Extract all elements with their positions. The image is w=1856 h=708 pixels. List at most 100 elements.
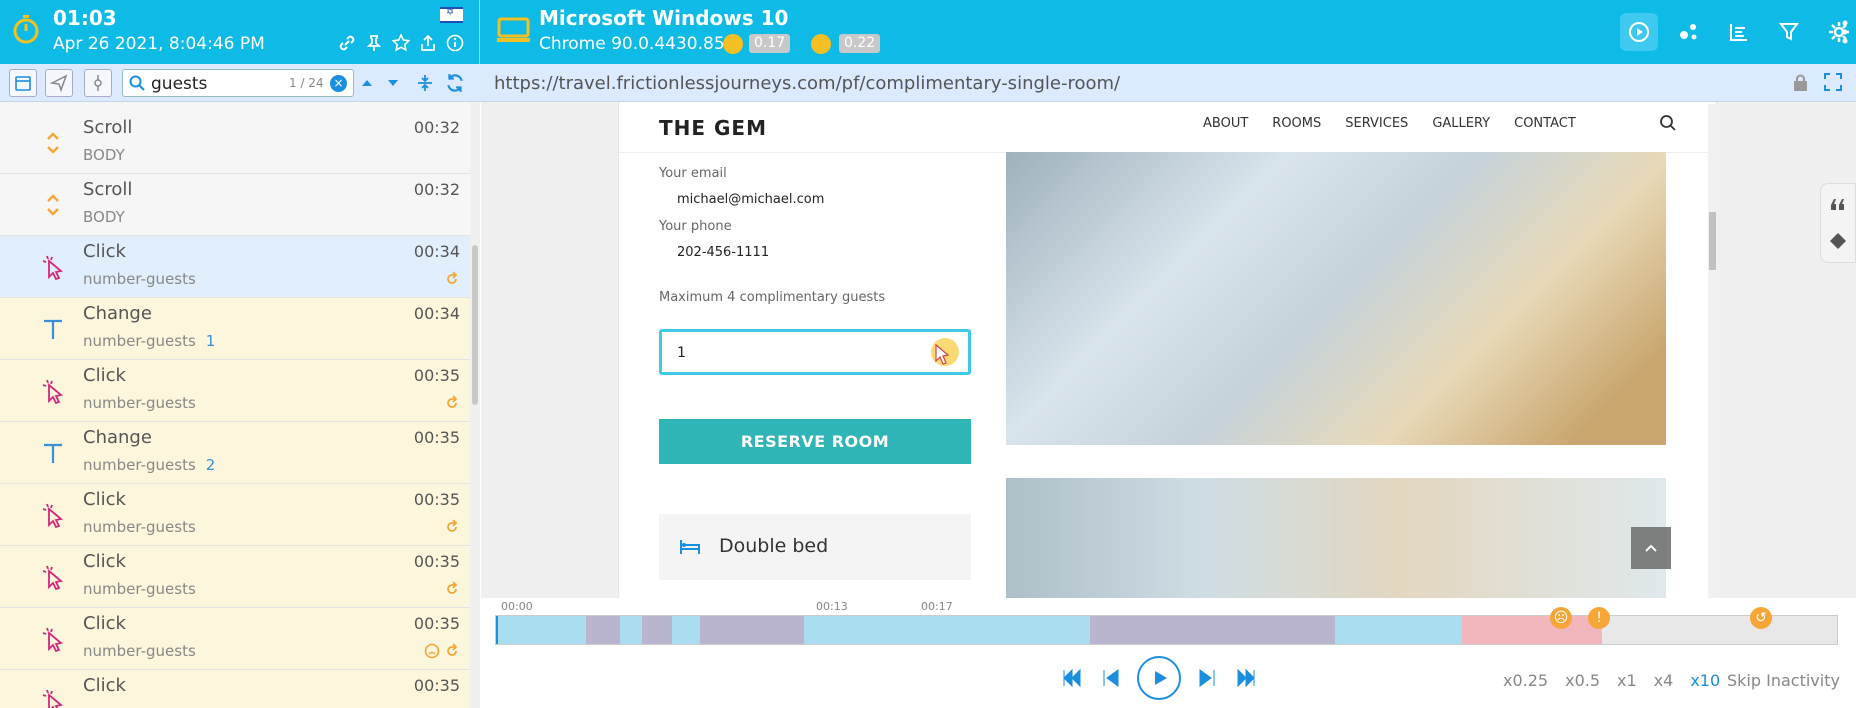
- event-target-label: BODY: [83, 146, 125, 164]
- side-widget[interactable]: [1820, 183, 1856, 263]
- click-icon: [40, 378, 66, 405]
- event-flags: [444, 519, 460, 535]
- skip-forward-icon[interactable]: [1235, 667, 1257, 689]
- speed-option[interactable]: x0.5: [1565, 671, 1600, 690]
- replayed-page: THE GEM ABOUT ROOMS SERVICES GALLERY CONTACT…: [618, 102, 1717, 598]
- step-back-icon[interactable]: [1099, 667, 1121, 689]
- rage-click-icon: [447, 271, 458, 284]
- replay-timeline: 00:00 00:13 00:17 ☹ ! ↺ x0.25 x0.5 x1 x4 x10…: [481, 598, 1856, 708]
- cursor-icon: [935, 343, 950, 365]
- events-button[interactable]: [1720, 13, 1758, 51]
- site-nav-contact[interactable]: CONTACT: [1514, 116, 1576, 131]
- calendar-clock-icon: [15, 76, 31, 91]
- scroll-icon: [40, 130, 66, 156]
- more-vertical-icon[interactable]: [1842, 20, 1848, 44]
- event-time: 00:34: [413, 304, 460, 323]
- send-button[interactable]: [45, 69, 73, 97]
- commit-button[interactable]: [84, 69, 112, 97]
- frustrated-face-icon: [723, 34, 743, 54]
- next-result-button[interactable]: [380, 69, 406, 97]
- skip-back-icon[interactable]: [1061, 667, 1083, 689]
- event-row[interactable]: Click 00:35: [0, 670, 470, 708]
- site-nav: ABOUT ROOMS SERVICES GALLERY CONTACT: [1203, 116, 1576, 131]
- activity-segment: [700, 616, 804, 644]
- speed-option[interactable]: x0.25: [1503, 671, 1548, 690]
- comment-marker[interactable]: !: [1588, 607, 1610, 629]
- event-list-scroll-thumb[interactable]: [472, 245, 478, 405]
- share-icon[interactable]: [419, 34, 437, 52]
- replay-button[interactable]: [1620, 13, 1658, 51]
- event-time: 00:35: [413, 490, 460, 509]
- skip-inactivity-toggle[interactable]: Skip Inactivity: [1727, 671, 1840, 690]
- search-input[interactable]: [151, 73, 301, 95]
- event-target-label: number-guests: [83, 394, 196, 412]
- rage-click-marker[interactable]: ↺: [1750, 607, 1772, 629]
- settings-button[interactable]: [1820, 13, 1856, 51]
- bed-feature: Double bed: [659, 514, 971, 580]
- speed-selector: x0.25 x0.5 x1 x4 x10: [1503, 671, 1720, 690]
- event-row[interactable]: Click number-guests 00:34: [0, 236, 470, 298]
- frustration-marker[interactable]: ☹: [1550, 607, 1572, 629]
- site-nav-about[interactable]: ABOUT: [1203, 116, 1248, 131]
- timeline-scrubber[interactable]: ☹ ! ↺: [495, 607, 1838, 645]
- filter-button[interactable]: [1770, 13, 1808, 51]
- site-nav-rooms[interactable]: ROOMS: [1272, 116, 1321, 131]
- event-row[interactable]: Click number-guests 00:35: [0, 608, 470, 670]
- number-guests-input[interactable]: 1: [659, 329, 971, 375]
- email-field[interactable]: michael@michael.com: [677, 192, 824, 207]
- event-row[interactable]: Scroll BODY 00:32: [0, 112, 470, 174]
- site-nav-services[interactable]: SERVICES: [1345, 116, 1408, 131]
- playhead[interactable]: [496, 616, 498, 644]
- calendar-button[interactable]: [9, 69, 37, 97]
- event-row[interactable]: Click number-guests 00:35: [0, 546, 470, 608]
- event-row[interactable]: Click number-guests 00:35: [0, 484, 470, 546]
- page-scroll-thumb[interactable]: [1709, 212, 1716, 270]
- event-row[interactable]: Change number-guests 1 00:34: [0, 298, 470, 360]
- event-type: Click: [83, 489, 126, 510]
- click-icon: [40, 564, 66, 591]
- link-icon[interactable]: [338, 34, 356, 52]
- event-row[interactable]: Scroll BODY 00:32: [0, 174, 470, 236]
- site-nav-gallery[interactable]: GALLERY: [1432, 116, 1490, 131]
- event-target: number-guests: [83, 518, 196, 536]
- event-target: BODY: [83, 208, 125, 226]
- step-forward-icon[interactable]: [1197, 667, 1219, 689]
- phone-label: Your phone: [659, 219, 732, 234]
- event-target: number-guests 1: [83, 332, 215, 350]
- journey-button[interactable]: [1670, 13, 1708, 51]
- event-list: Scroll BODY 00:32 Scroll BODY 00:32 Click numbe…: [0, 112, 470, 708]
- stopwatch-icon: [13, 15, 39, 44]
- quote-icon: [1831, 199, 1844, 210]
- page-scrollbar[interactable]: [1708, 104, 1717, 598]
- site-search-icon[interactable]: [1659, 114, 1677, 132]
- info-icon[interactable]: [446, 34, 464, 52]
- speed-option[interactable]: x10: [1690, 671, 1720, 690]
- fullscreen-icon[interactable]: [1824, 73, 1842, 91]
- session-timer: 01:03: [53, 6, 117, 30]
- event-list-scrollbar[interactable]: [470, 102, 480, 708]
- speed-option[interactable]: x1: [1617, 671, 1637, 690]
- collapse-button[interactable]: [412, 69, 438, 97]
- reserve-room-button[interactable]: RESERVE ROOM: [659, 419, 971, 464]
- event-type: Click: [83, 675, 126, 696]
- sync-button[interactable]: [442, 69, 468, 97]
- event-value: 1: [205, 332, 216, 350]
- event-type: Click: [83, 551, 126, 572]
- event-target-label: number-guests: [83, 642, 196, 660]
- event-time: 00:32: [413, 118, 460, 137]
- play-button[interactable]: [1137, 656, 1181, 700]
- speed-option[interactable]: x4: [1654, 671, 1674, 690]
- star-icon[interactable]: [392, 34, 410, 52]
- pin-icon[interactable]: [365, 34, 383, 52]
- playback-controls: [1061, 656, 1257, 700]
- event-row[interactable]: Change number-guests 2 00:35: [0, 422, 470, 484]
- phone-field[interactable]: 202-456-1111: [677, 245, 769, 260]
- event-row[interactable]: Click number-guests 00:35: [0, 360, 470, 422]
- clear-search-button[interactable]: ×: [330, 75, 347, 92]
- event-time: 00:34: [413, 242, 460, 261]
- back-to-top-button[interactable]: [1631, 527, 1671, 569]
- previous-result-button[interactable]: [354, 69, 380, 97]
- event-target-label: number-guests: [83, 332, 196, 350]
- event-type: Click: [83, 613, 126, 634]
- event-target-label: number-guests: [83, 518, 196, 536]
